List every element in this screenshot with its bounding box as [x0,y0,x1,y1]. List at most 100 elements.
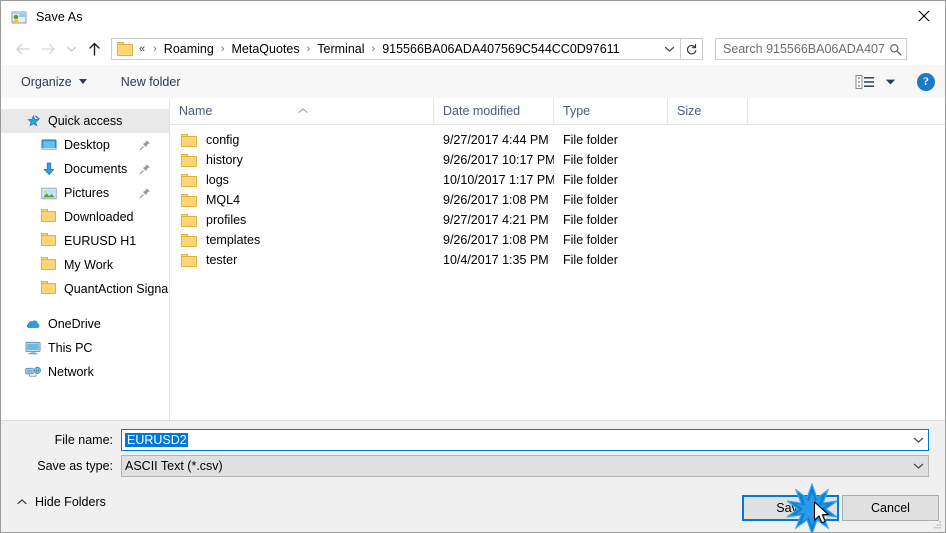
column-header-name[interactable]: Name [170,98,434,124]
command-bar: Organize New folder ? [1,65,945,99]
sidebar-item-my-work[interactable]: My Work [1,253,169,277]
save-button-label: Save [776,501,805,515]
file-name-chevron-down-icon[interactable] [908,430,928,450]
file-name-cell: history [170,153,434,167]
organize-button[interactable]: Organize [15,70,93,94]
sidebar-item-eurusd-h1[interactable]: EURUSD H1 [1,229,169,253]
arrow-left-icon[interactable] [9,37,35,61]
address-bar[interactable]: « › Roaming › MetaQuotes › Terminal › 91… [111,38,681,60]
save-as-type-chevron-down-icon[interactable] [908,456,928,476]
title-bar: Save As [1,1,945,33]
sidebar-item-label: My Work [64,258,114,272]
sidebar-item-label: Documents [64,162,128,176]
column-header-label: Size [677,104,702,118]
pin-icon[interactable] [139,187,151,199]
column-header-size[interactable]: Size [668,98,748,124]
pin-icon[interactable] [139,139,151,151]
breadcrumb-item-roaming[interactable]: Roaming [163,42,215,56]
table-row[interactable]: logs 10/10/2017 1:17 PM File folder [170,170,945,190]
table-row[interactable]: templates 9/26/2017 1:08 PM File folder [170,230,945,250]
file-name: templates [206,233,261,247]
breadcrumb-separator: › [220,42,225,55]
file-list: Name Date modified Type Size config 9/27… [170,98,945,420]
sidebar-item-onedrive[interactable]: OneDrive [1,312,169,336]
sidebar-item-pictures[interactable]: Pictures [1,181,169,205]
sidebar-item-quick-access[interactable]: Quick access [1,109,169,133]
arrow-right-icon [35,37,61,61]
file-name-cell: logs [170,173,434,187]
file-rows: config 9/27/2017 4:44 PM File folder his… [170,125,945,270]
dialog-footer: Hide Folders Save Cancel [1,488,945,532]
sidebar-item-label: Quick access [48,114,123,128]
file-name-input[interactable]: EURUSD2 [121,429,929,451]
network-icon [25,364,41,380]
sidebar-item-label: This PC [48,341,93,355]
folder-icon [181,233,197,247]
sidebar-item-downloaded[interactable]: Downloaded [1,205,169,229]
sidebar-item-quantaction-signal[interactable]: QuantAction Signal [1,277,169,301]
pin-icon[interactable] [139,163,151,175]
breadcrumb-item-instance[interactable]: 915566BA06ADA407569C544CC0D97611 [381,42,620,56]
table-row[interactable]: config 9/27/2017 4:44 PM File folder [170,130,945,150]
address-chevron-down-icon[interactable] [658,39,680,59]
table-row[interactable]: tester 10/4/2017 1:35 PM File folder [170,250,945,270]
search-placeholder: Search 915566BA06ADA40756... [723,42,884,56]
breadcrumb-separator: › [153,42,157,55]
breadcrumb-overflow[interactable]: « [139,43,147,55]
cancel-button[interactable]: Cancel [842,495,939,521]
sidebar-item-label: Desktop [64,138,110,152]
file-type: File folder [563,253,618,267]
folder-icon [181,153,197,167]
desktop-icon [41,137,57,153]
folder-icon [117,42,133,56]
save-button[interactable]: Save [742,495,839,521]
search-icon[interactable] [884,43,906,56]
file-name-selected-text: EURUSD2 [125,433,188,447]
breadcrumb-item-terminal[interactable]: Terminal [316,42,365,56]
close-icon[interactable] [901,1,945,31]
sidebar-item-desktop[interactable]: Desktop [1,133,169,157]
file-name-value: EURUSD2 [122,433,908,447]
recent-locations-chevron-down-icon[interactable] [61,37,81,61]
table-row[interactable]: profiles 9/27/2017 4:21 PM File folder [170,210,945,230]
file-type: File folder [563,193,618,207]
organize-label: Organize [21,74,72,89]
sidebar-item-this-pc[interactable]: This PC [1,336,169,360]
new-folder-button[interactable]: New folder [115,70,187,94]
resize-grip-icon[interactable] [931,519,943,531]
arrow-up-icon[interactable] [81,37,107,61]
file-type: File folder [563,153,618,167]
column-header-label: Date modified [443,104,521,118]
table-row[interactable]: history 9/26/2017 10:17 PM File folder [170,150,945,170]
file-date: 9/27/2017 4:44 PM [443,133,549,147]
file-name-cell: MQL4 [170,193,434,207]
sidebar-item-label: QuantAction Signal [64,282,170,296]
view-chevron-down-icon[interactable] [879,71,901,93]
dialog-body: Quick access Desktop Documents Pictures … [1,98,945,420]
breadcrumb-item-metaquotes[interactable]: MetaQuotes [231,42,301,56]
hide-folders-label: Hide Folders [35,495,106,509]
view-layout-icon[interactable] [851,71,879,93]
star-pin-icon [25,113,41,129]
column-header-date-modified[interactable]: Date modified [434,98,554,124]
window-title: Save As [36,10,83,24]
sidebar-item-documents[interactable]: Documents [1,157,169,181]
file-date: 9/27/2017 4:21 PM [443,213,549,227]
search-input[interactable]: Search 915566BA06ADA40756... [715,38,907,60]
hide-folders-button[interactable]: Hide Folders [15,491,106,513]
column-header-type[interactable]: Type [554,98,668,124]
sidebar-item-label: Network [48,365,94,379]
onedrive-cloud-icon [25,316,41,332]
folder-icon [41,257,57,273]
sidebar-item-network[interactable]: Network [1,360,169,384]
navigation-pane: Quick access Desktop Documents Pictures … [1,98,170,420]
table-row[interactable]: MQL4 9/26/2017 1:08 PM File folder [170,190,945,210]
new-folder-label: New folder [120,74,181,89]
save-as-type-select[interactable]: ASCII Text (*.csv) [121,455,929,477]
folder-icon [41,281,57,297]
sidebar-item-label: Downloaded [64,210,134,224]
save-as-type-row: Save as type: ASCII Text (*.csv) [1,455,929,477]
refresh-icon[interactable] [681,38,703,60]
file-date: 10/4/2017 1:35 PM [443,253,549,267]
help-icon[interactable]: ? [917,72,935,91]
